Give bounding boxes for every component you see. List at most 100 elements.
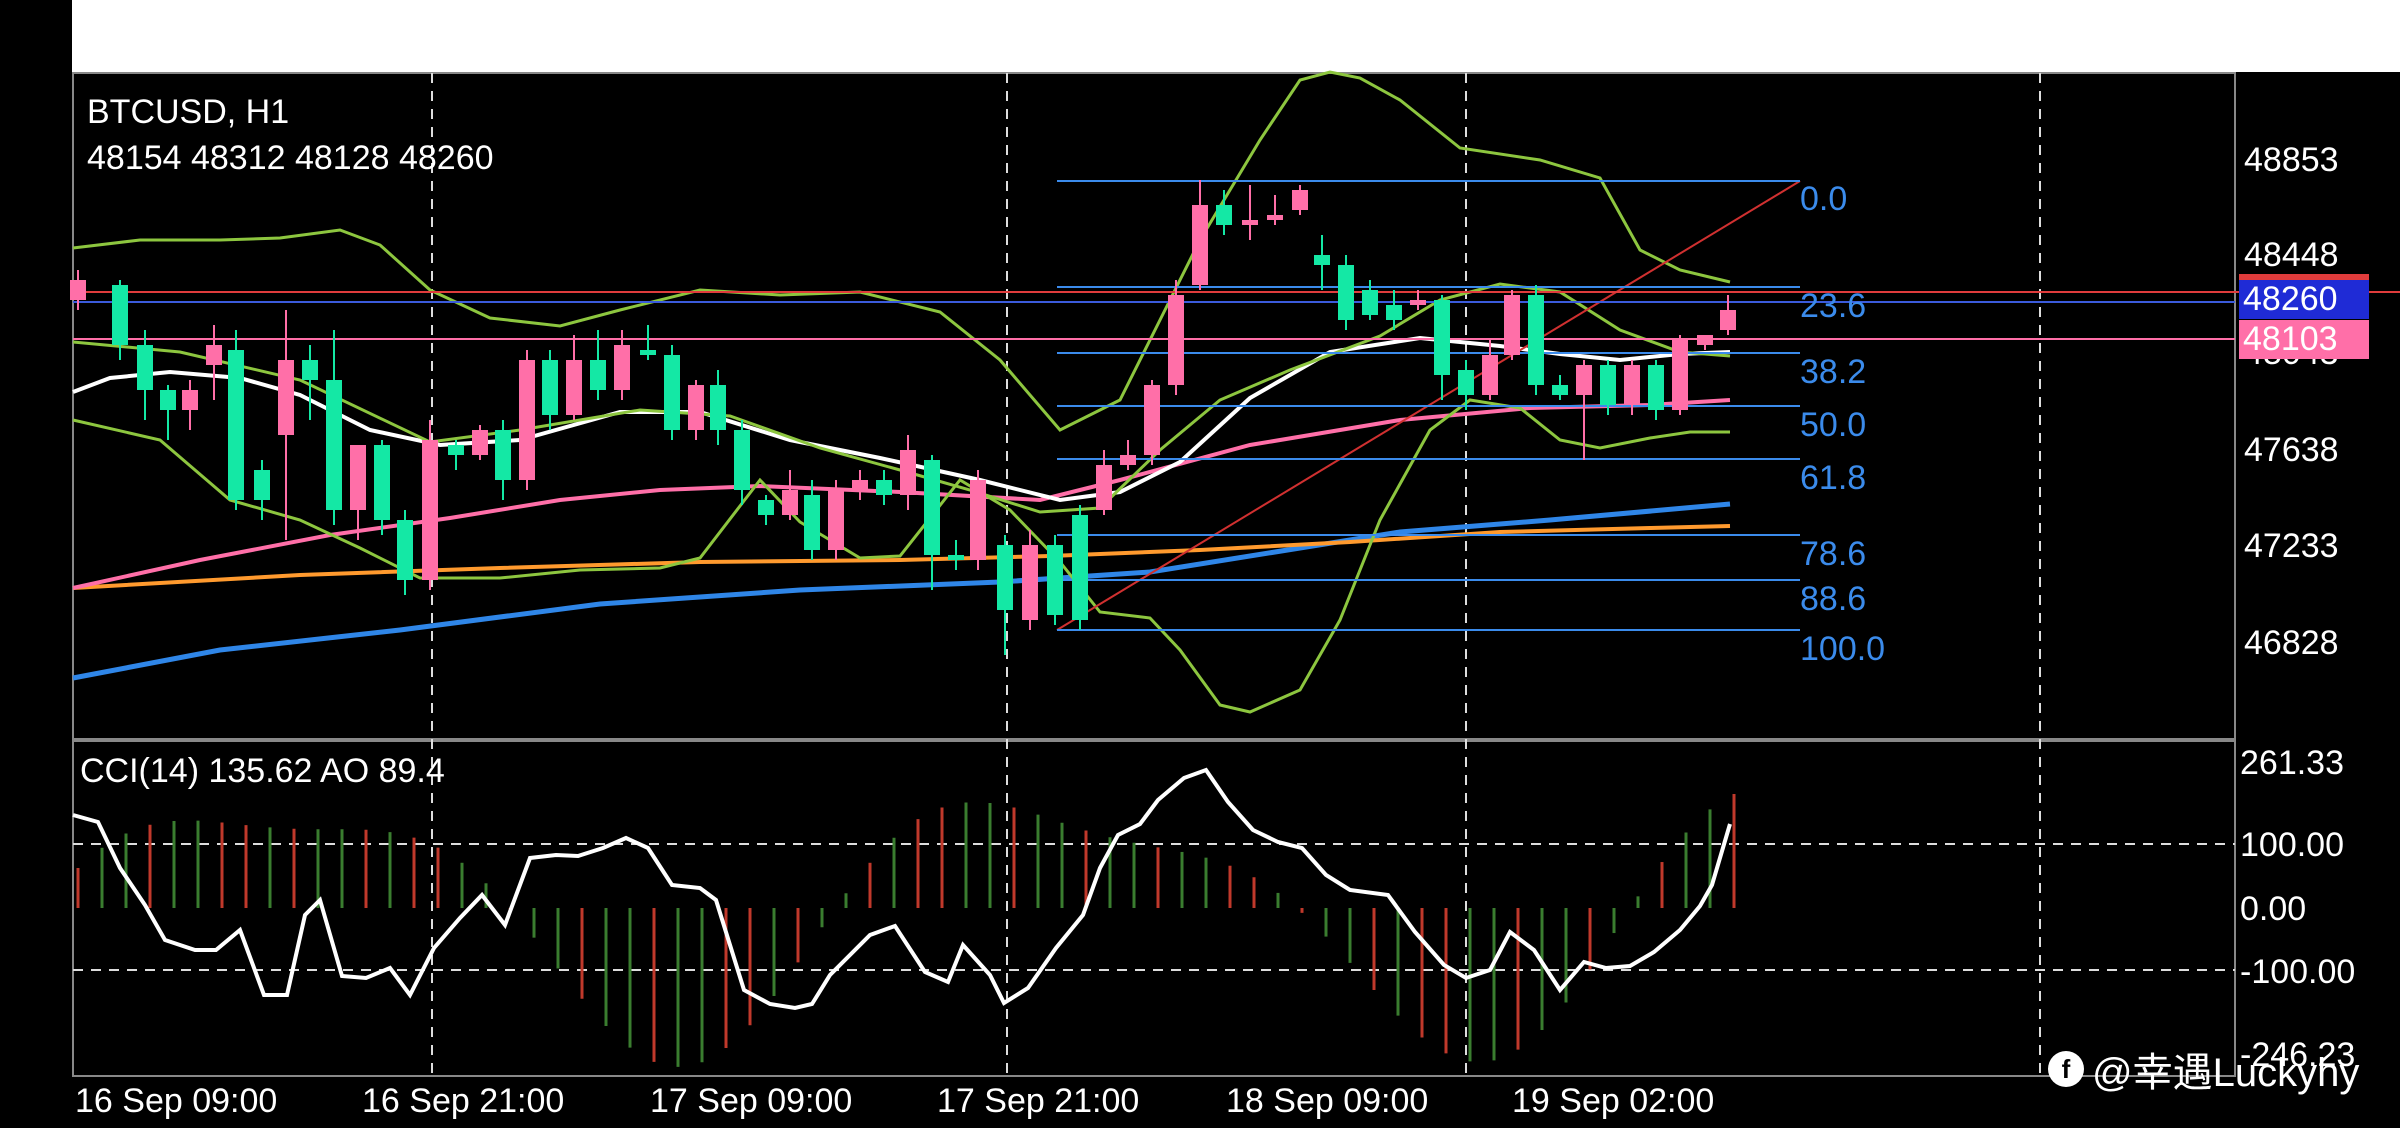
candle-body (1216, 205, 1232, 225)
indicator-tick: 0.00 (2240, 890, 2307, 928)
candle-body (1292, 190, 1308, 210)
fib-label: 100.0 (1800, 630, 1886, 668)
candle-body (900, 450, 916, 495)
time-label: 16 Sep 21:00 (362, 1082, 565, 1120)
candle-body (542, 360, 558, 415)
fib-label: 23.6 (1800, 287, 1867, 325)
candle-body (876, 480, 892, 495)
symbol-label: BTCUSD, H1 (87, 93, 290, 131)
candle-body (326, 380, 342, 510)
price-tick: 48448 (2244, 236, 2339, 274)
candle-body (350, 445, 366, 510)
fib-label: 0.0 (1800, 180, 1848, 218)
candle-body (1648, 365, 1664, 410)
candle-body (1096, 465, 1112, 510)
candle-body (495, 430, 511, 480)
fib-label: 88.6 (1800, 580, 1867, 618)
candle-body (1047, 545, 1063, 615)
candle-body (828, 490, 844, 550)
candle-body (112, 285, 128, 345)
candle-body (590, 360, 606, 390)
candle-body (448, 445, 464, 455)
time-label: 18 Sep 09:00 (1226, 1082, 1429, 1120)
indicator-label: CCI(14) 135.62 AO 89.4 (80, 752, 445, 790)
cci-line (72, 767, 1732, 1011)
candle-body (664, 355, 680, 430)
candle-body (566, 360, 582, 415)
time-label: 19 Sep 02:00 (1512, 1082, 1715, 1120)
price-tick: 47638 (2244, 431, 2339, 469)
candle-body (1267, 215, 1283, 220)
candle-body (1386, 305, 1402, 320)
candle-body (924, 460, 940, 555)
candle-body (1697, 335, 1713, 345)
candle-body (852, 480, 868, 490)
candle-body (1504, 295, 1520, 355)
fib-label: 38.2 (1800, 353, 1867, 391)
candle-body (614, 345, 630, 390)
price-tick: 47233 (2244, 527, 2339, 565)
candle-body (1242, 220, 1258, 225)
candle-body (1144, 385, 1160, 455)
candle-body (182, 390, 198, 410)
indicator-tick: -100.00 (2240, 953, 2356, 991)
candle-body (970, 480, 986, 560)
candle-body (804, 495, 820, 550)
candle-body (397, 520, 413, 580)
period-separators (431, 73, 2041, 1076)
candle-body (374, 445, 390, 520)
candle-body (1120, 455, 1136, 465)
watermark-text: @幸遇Luckyhy (2092, 1051, 2360, 1095)
candle-body (1192, 205, 1208, 285)
candle-body (1072, 515, 1088, 620)
brand-logo-icon: f (2048, 1051, 2084, 1087)
candle-body (1672, 340, 1688, 410)
candle-body (1168, 295, 1184, 385)
candle-body (948, 555, 964, 560)
indicator-tick: 100.00 (2240, 826, 2344, 864)
candle-body (640, 350, 656, 355)
candle-body (160, 390, 176, 410)
candle-body (758, 500, 774, 515)
time-label: 17 Sep 09:00 (650, 1082, 853, 1120)
candle-body (734, 430, 750, 490)
candle-body (422, 440, 438, 580)
candle-body (278, 360, 294, 435)
candle-body (519, 360, 535, 480)
indicator-pane-frame (72, 740, 2236, 1077)
candle-body (1720, 310, 1736, 330)
fib-label: 50.0 (1800, 406, 1867, 444)
indicator-tick: 261.33 (2240, 744, 2344, 782)
marker-price-tag: 48103 (2239, 320, 2369, 359)
current-price-tag: 48260 (2239, 280, 2369, 319)
ao-histogram (76, 793, 1736, 1067)
cci-levels (73, 843, 2235, 971)
candle-body (1022, 545, 1038, 620)
time-label: 17 Sep 21:00 (937, 1082, 1140, 1120)
candle-body (1458, 370, 1474, 395)
bollinger-lower (72, 398, 1730, 714)
candle-body (302, 360, 318, 380)
price-tick: 48853 (2244, 141, 2339, 179)
candle-body (1600, 365, 1616, 405)
candle-body (1410, 300, 1426, 305)
time-label: 16 Sep 09:00 (75, 1082, 278, 1120)
fib-label: 61.8 (1800, 459, 1867, 497)
candle-body (710, 385, 726, 430)
candle-body (782, 490, 798, 515)
candle-body (997, 545, 1013, 610)
candle-body (137, 345, 153, 390)
ohlc-readout: 48154 48312 48128 48260 (87, 139, 494, 177)
candle-body (70, 280, 86, 300)
candle-body (1482, 355, 1498, 395)
candle-body (1528, 295, 1544, 385)
candle-body (1314, 255, 1330, 265)
candle-body (1434, 300, 1450, 375)
bollinger-upper (72, 70, 1731, 432)
candle-body (688, 385, 704, 430)
candle-body (228, 350, 244, 500)
price-tick: 46828 (2244, 624, 2339, 662)
candle-body (254, 470, 270, 500)
candle-body (1552, 385, 1568, 395)
candle-body (206, 345, 222, 365)
